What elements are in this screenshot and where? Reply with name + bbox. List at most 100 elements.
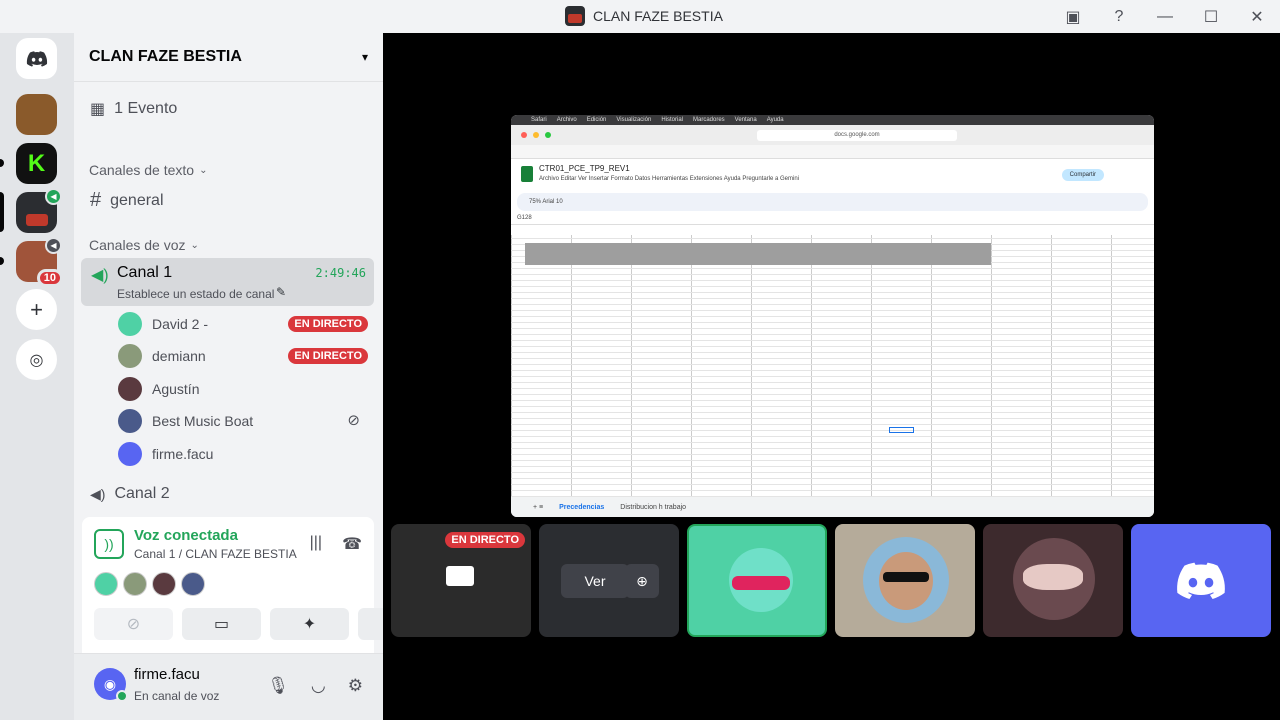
menu-item: Historial xyxy=(661,117,683,123)
voice-timer: 2:49:46 xyxy=(315,266,366,280)
chevron-down-icon: ▾ xyxy=(361,50,368,64)
voice-status-subtitle[interactable]: Canal 1 / CLAN FAZE BESTIA xyxy=(134,547,297,561)
avatar xyxy=(118,442,142,466)
kick-logo: K xyxy=(27,149,46,177)
help-icon[interactable]: ? xyxy=(1096,0,1142,33)
channel-general[interactable]: # general xyxy=(90,189,164,212)
menu-item: Visualización xyxy=(616,117,652,123)
selected-cell xyxy=(889,427,914,433)
category-label: Canales de voz xyxy=(89,237,186,253)
doc-title: CTR01_PCE_TP9_REV1 xyxy=(539,164,630,173)
calendar-icon: ▦ xyxy=(90,101,106,118)
voice-icon: ◀ xyxy=(45,237,62,254)
menu-item: Ventana xyxy=(734,117,757,123)
text-category[interactable]: Canales de texto ⌄ xyxy=(89,162,207,178)
voice-member[interactable]: Agustín xyxy=(118,374,368,404)
voice-category[interactable]: Canales de voz ⌄ xyxy=(89,237,199,253)
live-badge: EN DIRECTO xyxy=(445,532,525,548)
participant-tiles: EN DIRECTO Ver ⊕ xyxy=(391,524,1271,637)
discord-icon xyxy=(26,50,47,67)
guild-header[interactable]: CLAN FAZE BESTIA ▾ xyxy=(74,33,383,82)
avatar-detail xyxy=(732,576,790,590)
headphones-icon[interactable]: ◡ xyxy=(311,676,326,696)
zoom-dot xyxy=(545,132,551,138)
hash-icon: # xyxy=(90,189,102,211)
disconnect-icon[interactable]: ☎ xyxy=(342,534,362,554)
live-badge: EN DIRECTO xyxy=(288,316,368,332)
voice-status-title[interactable]: Voz conectada xyxy=(134,527,238,544)
voice-channel-2[interactable]: ◀) Canal 2 xyxy=(90,485,170,503)
activities-button[interactable]: ✦ xyxy=(270,608,349,640)
server-icon-4[interactable]: ◀ 10 xyxy=(0,237,63,287)
menu-item: Edición xyxy=(586,117,607,123)
participant-tile[interactable] xyxy=(983,524,1123,637)
voice-channel-name: Canal 1 xyxy=(117,264,173,281)
browser-toolbar: docs.google.com xyxy=(511,125,1154,145)
discord-icon xyxy=(1177,562,1225,599)
category-label: Canales de texto xyxy=(89,162,195,178)
watch-popout-icon[interactable]: ⊕ xyxy=(625,564,659,598)
channel-sidebar: CLAN FAZE BESTIA ▾ ▦ 1 Evento Canales de… xyxy=(74,33,437,720)
member-name: demiann xyxy=(152,348,206,364)
minimize-button[interactable]: — xyxy=(1142,0,1188,33)
channel-label: general xyxy=(110,191,164,209)
share-button: Compartir xyxy=(1061,169,1104,181)
maximize-button[interactable]: ☐ xyxy=(1188,0,1234,33)
server-list: K ◀ ◀ 10 + ◎ xyxy=(0,33,74,720)
member-name: David 2 - xyxy=(152,316,209,332)
avatar xyxy=(123,572,147,596)
member-name: Best Music Boat xyxy=(152,413,254,429)
avatar xyxy=(94,572,118,596)
monitor-icon xyxy=(446,566,474,586)
camera-off-button[interactable]: ⊘ xyxy=(94,608,173,640)
close-button[interactable]: ✕ xyxy=(1234,0,1280,33)
screen-share-icon[interactable]: ▣ xyxy=(1050,0,1096,33)
participant-tile[interactable] xyxy=(687,524,827,637)
unread-indicator xyxy=(0,159,4,167)
channel-label: Canal 2 xyxy=(114,485,170,502)
formula-bar: G128 xyxy=(511,211,1154,225)
add-sheet-icon: + ≡ xyxy=(533,503,544,511)
avatar-detail xyxy=(1023,564,1083,590)
stream-tile[interactable]: EN DIRECTO xyxy=(391,524,531,637)
server-icon-kick[interactable]: K xyxy=(0,143,57,184)
server-icon-1[interactable] xyxy=(16,94,57,135)
signal-icon[interactable]: )) xyxy=(94,529,124,559)
screen-share-button[interactable]: ▭ xyxy=(182,608,261,640)
speaker-icon: ◀) xyxy=(90,485,106,502)
voice-stage: Safari Archivo Edición Visualización His… xyxy=(383,33,1280,720)
menu-item: Marcadores xyxy=(692,117,725,123)
microphone-icon[interactable]: 🎙 xyxy=(267,676,289,696)
screen-share-stream[interactable]: Safari Archivo Edición Visualización His… xyxy=(511,115,1154,517)
channel-status[interactable]: Establece un estado de canal xyxy=(117,287,274,301)
participant-tile[interactable] xyxy=(835,524,975,637)
voice-active-icon: ◀ xyxy=(45,188,62,205)
watch-button[interactable]: Ver xyxy=(561,564,629,598)
voice-member[interactable]: David 2 - EN DIRECTO xyxy=(118,309,368,339)
voice-member[interactable]: Best Music Boat ⊘ xyxy=(118,406,368,436)
chevron-icon: ⌄ xyxy=(199,164,208,176)
add-server-button[interactable]: + xyxy=(16,289,57,330)
pencil-icon[interactable]: ✎ xyxy=(276,285,286,299)
menu-item: Safari xyxy=(531,117,547,123)
sheets-toolbar: 75% Arial 10 xyxy=(517,193,1148,211)
voice-member[interactable]: firme.facu xyxy=(118,439,368,469)
voice-channel-1[interactable]: ◀) Canal 1 2:49:46 Establece un estado d… xyxy=(81,258,374,306)
unread-indicator xyxy=(0,257,4,265)
username[interactable]: firme.facu xyxy=(134,666,200,683)
avatar-detail xyxy=(883,572,929,582)
avatar xyxy=(118,409,142,433)
explore-icon[interactable]: ◎ xyxy=(16,339,57,380)
server-icon xyxy=(565,6,585,26)
stream-tile[interactable]: Ver ⊕ xyxy=(539,524,679,637)
events-link[interactable]: ▦ 1 Evento xyxy=(90,99,177,119)
server-art xyxy=(25,213,48,226)
user-panel: ◉ firme.facu En canal de voz 🎙 ◡ ⚙ xyxy=(74,653,383,720)
discord-home-button[interactable] xyxy=(16,38,57,79)
server-icon-clan-faze[interactable]: ◀ xyxy=(0,188,62,233)
settings-gear-icon[interactable]: ⚙ xyxy=(348,676,363,696)
voice-member[interactable]: demiann EN DIRECTO xyxy=(118,341,368,371)
soundboard-icon[interactable]: ||| xyxy=(310,534,322,554)
participant-tile[interactable] xyxy=(1131,524,1271,637)
online-status-icon xyxy=(116,690,128,702)
